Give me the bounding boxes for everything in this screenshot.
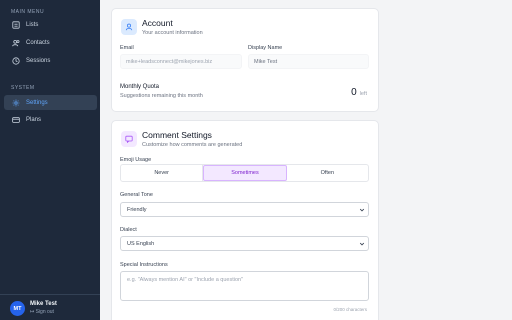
sign-out-label: Sign out bbox=[35, 309, 54, 315]
quota-label: Monthly Quota bbox=[120, 84, 160, 90]
comment-settings-card: Comment Settings Customize how comments … bbox=[111, 120, 379, 320]
char-count: 0/200 characters bbox=[333, 307, 367, 312]
comment-icon bbox=[121, 131, 137, 147]
tone-value: Friendly bbox=[127, 206, 147, 213]
users-icon bbox=[12, 39, 20, 46]
system-label: SYSTEM bbox=[11, 85, 35, 91]
user-name: Mike Test bbox=[30, 301, 57, 307]
special-instructions-label: Special Instructions bbox=[120, 262, 168, 268]
sidebar-item-sessions[interactable]: Sessions bbox=[4, 53, 97, 68]
dialect-select[interactable]: US English bbox=[120, 236, 369, 251]
gear-icon bbox=[12, 99, 20, 106]
chevron-down-icon bbox=[359, 208, 365, 212]
display-name-label: Display Name bbox=[248, 45, 283, 51]
quota-unit: left bbox=[359, 91, 367, 97]
quota-value: 0 bbox=[351, 87, 357, 98]
sidebar-item-lists[interactable]: Lists bbox=[4, 17, 97, 32]
dialect-label: Dialect bbox=[120, 227, 137, 233]
user-icon bbox=[121, 19, 137, 35]
sidebar-item-settings[interactable]: Settings bbox=[4, 95, 97, 110]
emoji-usage-selector: Never Sometimes Often bbox=[120, 164, 369, 182]
emoji-option-often[interactable]: Often bbox=[287, 165, 368, 181]
sidebar-item-contacts[interactable]: Contacts bbox=[4, 35, 97, 50]
emoji-usage-label: Emoji Usage bbox=[120, 157, 152, 163]
sidebar-item-label: Lists bbox=[26, 21, 39, 28]
sidebar-item-label: Contacts bbox=[26, 39, 50, 46]
user-area: MT Mike Test ↦ Sign out bbox=[0, 294, 100, 320]
sidebar-item-label: Plans bbox=[26, 116, 42, 123]
special-instructions-input[interactable]: e.g. "Always mention AI" or "Include a q… bbox=[120, 271, 369, 301]
quota-subtitle: Suggestions remaining this month bbox=[120, 93, 203, 99]
sign-out-link[interactable]: ↦ Sign out bbox=[30, 309, 54, 315]
sidebar: MAIN MENU Lists Contacts Sessions SYSTEM… bbox=[0, 0, 100, 320]
sidebar-item-label: Sessions bbox=[26, 57, 51, 64]
tone-select[interactable]: Friendly bbox=[120, 202, 369, 217]
main-menu-label: MAIN MENU bbox=[11, 9, 45, 15]
quota-display: 0 left bbox=[351, 87, 367, 98]
sidebar-item-plans[interactable]: Plans bbox=[4, 112, 97, 127]
account-title: Account bbox=[142, 18, 173, 28]
comment-settings-subtitle: Customize how comments are generated bbox=[142, 142, 243, 148]
comment-settings-title: Comment Settings bbox=[142, 130, 212, 140]
email-field: mike+leadsconnect@mikejones.biz bbox=[120, 54, 242, 69]
email-label: Email bbox=[120, 45, 134, 51]
chevron-down-icon bbox=[359, 242, 365, 246]
sidebar-item-label: Settings bbox=[26, 99, 48, 106]
card-icon bbox=[12, 116, 20, 123]
list-icon bbox=[12, 20, 20, 29]
dialect-value: US English bbox=[127, 240, 155, 247]
display-name-field: Mike Test bbox=[248, 54, 369, 69]
sign-out-icon: ↦ bbox=[30, 309, 35, 315]
account-subtitle: Your account information bbox=[142, 30, 203, 36]
emoji-option-never[interactable]: Never bbox=[121, 165, 204, 181]
account-card: Account Your account information Email m… bbox=[111, 8, 379, 112]
avatar[interactable]: MT bbox=[10, 301, 25, 316]
clock-icon bbox=[12, 56, 20, 65]
tone-label: General Tone bbox=[120, 192, 153, 198]
emoji-option-sometimes[interactable]: Sometimes bbox=[203, 165, 287, 181]
